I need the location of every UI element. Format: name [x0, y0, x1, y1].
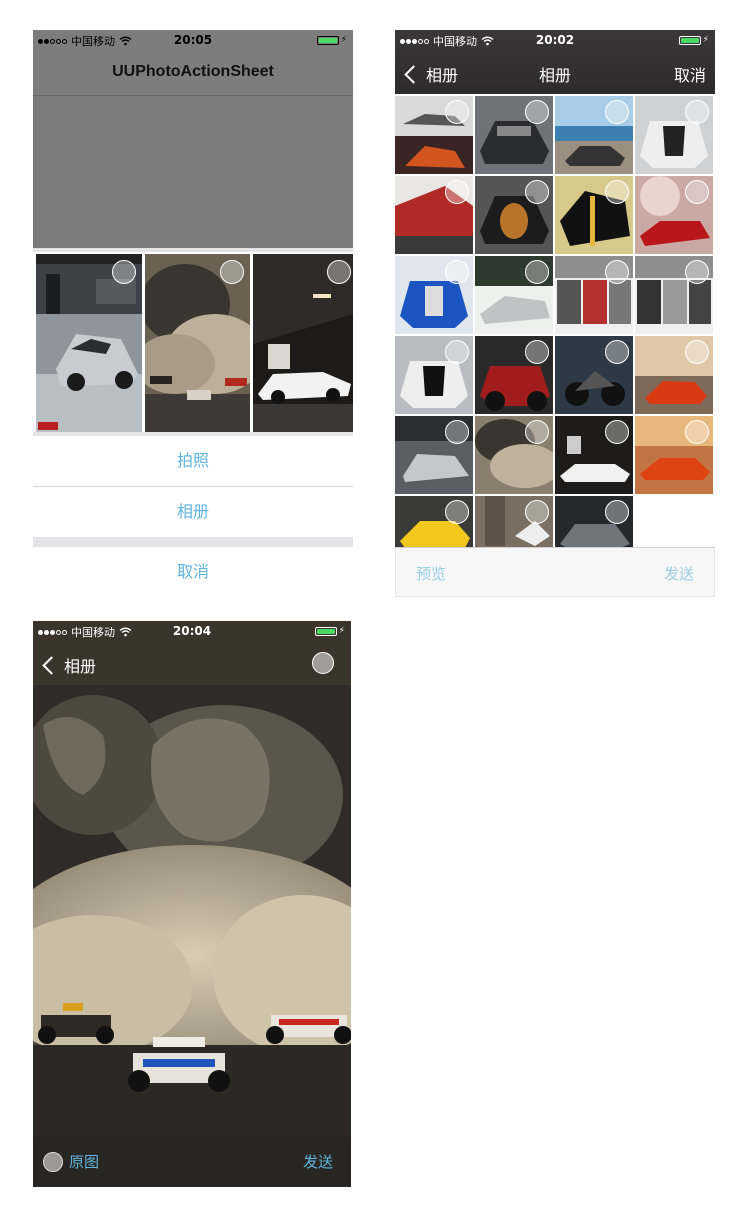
select-circle-icon[interactable]	[525, 420, 549, 444]
photo-cell[interactable]	[635, 416, 713, 494]
clock: 20:05	[173, 33, 213, 47]
action-sheet: 拍照 相册 取消	[33, 248, 353, 597]
bottom-toolbar: 预览 发送	[395, 547, 715, 597]
photo-cell[interactable]	[555, 96, 633, 174]
page-title: UUPhotoActionSheet	[112, 63, 274, 80]
take-photo-button[interactable]: 拍照	[33, 436, 353, 486]
album-grid-screen: 中国移动 20:02 ⚡ 相册 相册 取消 预览 发送	[395, 30, 715, 597]
photo-cell[interactable]	[395, 176, 473, 254]
select-circle-icon[interactable]	[525, 100, 549, 124]
select-circle-icon[interactable]	[605, 420, 629, 444]
original-toggle[interactable]: 原图	[43, 1151, 99, 1172]
select-circle-icon[interactable]	[685, 340, 709, 364]
clock: 20:04	[172, 624, 212, 638]
photo-cell[interactable]	[475, 96, 553, 174]
select-circle-icon[interactable]	[685, 260, 709, 284]
photo-cell[interactable]	[555, 336, 633, 414]
cancel-button[interactable]: 取消	[33, 547, 353, 597]
photo-cell[interactable]	[475, 256, 553, 334]
select-circle-icon[interactable]	[685, 100, 709, 124]
send-button[interactable]: 发送	[303, 1151, 333, 1172]
select-circle-icon[interactable]	[605, 100, 629, 124]
photo-cell[interactable]	[555, 176, 633, 254]
battery-icon: ⚡	[316, 35, 347, 45]
status-bar: 中国移动 20:05 ⚡	[33, 30, 353, 50]
select-circle-icon[interactable]	[312, 652, 334, 674]
select-circle-icon[interactable]	[525, 180, 549, 204]
select-circle-icon[interactable]	[605, 500, 629, 524]
status-bar: 中国移动 20:02 ⚡	[395, 30, 715, 50]
photo-cell[interactable]	[475, 176, 553, 254]
chevron-left-icon	[42, 655, 61, 675]
select-circle-icon[interactable]	[685, 420, 709, 444]
select-circle-icon[interactable]	[445, 260, 469, 284]
select-circle-icon[interactable]	[445, 180, 469, 204]
navigation-bar: 中国移动 20:02 ⚡ 相册 相册 取消	[395, 30, 715, 94]
select-circle-icon[interactable]	[525, 500, 549, 524]
photo-cell[interactable]	[635, 96, 713, 174]
select-circle-icon[interactable]	[525, 260, 549, 284]
photo-strip[interactable]	[33, 252, 353, 432]
navigation-bar: 中国移动 20:04 ⚡ 相册	[33, 621, 351, 685]
bottom-toolbar: 原图 发送	[33, 1137, 351, 1187]
cancel-button[interactable]: 取消	[674, 62, 706, 86]
select-circle-icon[interactable]	[525, 340, 549, 364]
battery-icon: ⚡	[678, 35, 709, 45]
clock: 20:02	[535, 33, 575, 47]
photo-cell[interactable]	[395, 416, 473, 494]
full-photo[interactable]	[33, 685, 351, 1137]
select-circle-icon[interactable]	[605, 260, 629, 284]
select-circle-icon[interactable]	[685, 180, 709, 204]
photo-cell[interactable]	[555, 416, 633, 494]
original-label: 原图	[69, 1153, 100, 1171]
photo-cell[interactable]	[475, 416, 553, 494]
back-button[interactable]: 相册	[41, 653, 96, 677]
photo-cell[interactable]	[635, 336, 713, 414]
select-circle-icon[interactable]	[445, 500, 469, 524]
send-button[interactable]: 发送	[664, 563, 694, 584]
battery-icon: ⚡	[314, 626, 345, 636]
photo-cell[interactable]	[555, 496, 633, 547]
photo-cell[interactable]	[395, 256, 473, 334]
select-circle-icon	[43, 1151, 63, 1172]
photo-grid	[395, 96, 715, 547]
photo-preview-screen: 中国移动 20:04 ⚡ 相册 原图 发送	[33, 621, 351, 1187]
select-circle-icon[interactable]	[327, 260, 351, 284]
photo-cell[interactable]	[395, 96, 473, 174]
album-button[interactable]: 相册	[33, 487, 353, 537]
photo-cell[interactable]	[395, 496, 473, 547]
photo-cell[interactable]	[475, 336, 553, 414]
select-circle-icon[interactable]	[605, 180, 629, 204]
photo-cell[interactable]	[475, 496, 553, 547]
preview-button[interactable]: 预览	[416, 563, 446, 584]
dimmed-background[interactable]	[33, 96, 353, 248]
photo-cell[interactable]	[635, 176, 713, 254]
navigation-bar: 中国移动 20:05 ⚡ UUPhotoActionSheet	[33, 30, 353, 96]
photo-cell[interactable]	[395, 336, 473, 414]
photo-thumbnail[interactable]	[145, 254, 250, 432]
photo-cell[interactable]	[635, 256, 713, 334]
select-circle-icon[interactable]	[112, 260, 136, 284]
select-circle-icon[interactable]	[445, 100, 469, 124]
back-label: 相册	[64, 657, 97, 676]
action-sheet-screen: 中国移动 20:05 ⚡ UUPhotoActionSheet 拍照 相册 取消	[33, 30, 353, 597]
select-circle-icon[interactable]	[445, 420, 469, 444]
select-circle-icon[interactable]	[605, 340, 629, 364]
photo-cell[interactable]	[555, 256, 633, 334]
select-circle-icon[interactable]	[220, 260, 244, 284]
photo-thumbnail[interactable]	[253, 254, 353, 432]
status-bar: 中国移动 20:04 ⚡	[33, 621, 351, 641]
photo-thumbnail[interactable]	[36, 254, 142, 432]
select-circle-icon[interactable]	[445, 340, 469, 364]
page-title: 相册	[538, 66, 571, 85]
